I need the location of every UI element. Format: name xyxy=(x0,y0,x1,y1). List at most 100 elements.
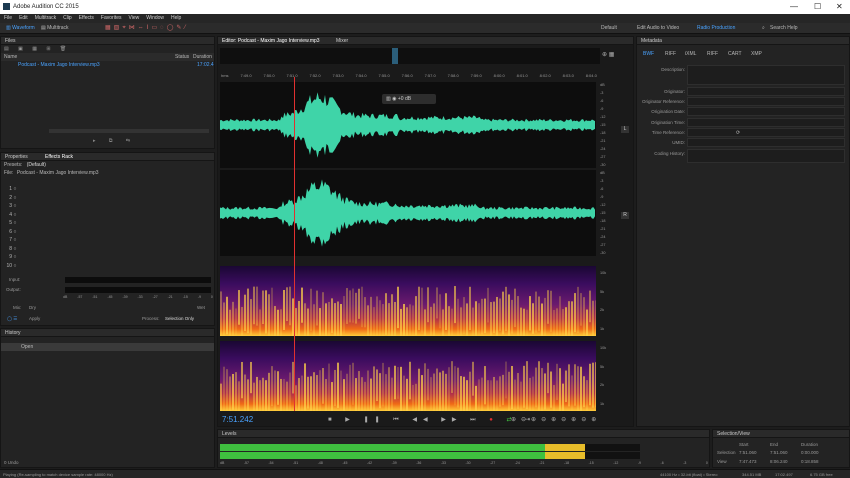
umid-input[interactable] xyxy=(687,138,845,147)
effect-slot[interactable]: 5 ○ xyxy=(1,219,211,228)
workspace-radio-production[interactable]: Radio Production xyxy=(694,24,738,33)
level-tick: -24 xyxy=(514,461,520,465)
slot-number: 9 xyxy=(9,254,12,260)
tab-editor[interactable]: Editor: Podcast - Maxim Jago Interview.m… xyxy=(222,38,320,44)
history-item-open[interactable]: Open xyxy=(1,343,214,351)
apply-button[interactable]: Apply xyxy=(29,316,40,321)
originator-reference-input[interactable] xyxy=(687,97,845,106)
status-sample: 44100 Hz • 32-bit (float) • Stereo xyxy=(660,472,718,477)
level-tick: -18 xyxy=(563,461,570,465)
origination-date-input[interactable] xyxy=(687,107,845,116)
playhead[interactable] xyxy=(294,77,295,411)
workspace-edit-audio-video[interactable]: Edit Audio to Video xyxy=(634,24,682,33)
overview-waveform[interactable] xyxy=(220,48,600,64)
selection-start[interactable]: 7:51.060 xyxy=(739,450,757,455)
tab-cart[interactable]: CART xyxy=(728,51,742,57)
workspace-default[interactable]: Default xyxy=(598,24,620,33)
menu-help[interactable]: Help xyxy=(171,14,181,23)
effect-slot[interactable]: 8 ○ xyxy=(1,245,211,254)
hud-volume[interactable]: ▥ ◉ +0 dB xyxy=(382,94,436,104)
status-bar: Playing (Re-sampling to match device sam… xyxy=(0,469,850,478)
col-status[interactable]: Status xyxy=(175,53,189,61)
view-start[interactable]: 7:47.473 xyxy=(739,459,757,464)
spectrogram-left[interactable] xyxy=(220,266,596,336)
freq-tick: 5k xyxy=(600,364,605,369)
refresh-icon[interactable]: ⟳ xyxy=(736,130,740,136)
tab-mixer[interactable]: Mixer xyxy=(336,37,348,45)
timeline-ruler[interactable]: hms 7:49.0 7:50.0 7:51.0 7:52.0 7:53.0 7… xyxy=(221,73,597,78)
effect-slot[interactable]: 6 ○ xyxy=(1,228,211,237)
effect-slot[interactable]: 4 ○ xyxy=(1,211,211,220)
close-icon[interactable]: ✕ xyxy=(836,2,843,11)
transport-controls[interactable]: ■ ▶ ❚❚ ⏮ ◀◀ ▶▶ ⏭ ● ⇄ ⇥ xyxy=(328,416,536,424)
col-duration[interactable]: Duration xyxy=(193,53,212,61)
time-label: 7:49.0 xyxy=(240,73,252,78)
file-item[interactable]: Podcast - Maxim Jago Interview.mp3 17:02… xyxy=(1,61,214,69)
effect-slot[interactable]: 1 ○ xyxy=(1,185,211,194)
tab-riff2[interactable]: RIFF xyxy=(707,51,718,57)
search-input[interactable]: Search Help xyxy=(770,25,798,31)
menu-favorites[interactable]: Favorites xyxy=(101,14,122,23)
files-footer-icons[interactable]: ▸ ⧉ ⇆ xyxy=(93,138,136,144)
multitrack-button[interactable]: ▤ Multitrack xyxy=(38,24,72,33)
zoom-controls[interactable]: ⊕⊖⊕⊖⊕⊖⊕⊖⊕ xyxy=(511,416,601,423)
selection-duration[interactable]: 0:00.000 xyxy=(801,450,819,455)
search-icon: ⌕ xyxy=(762,25,765,31)
effect-slot[interactable]: 9 ○ xyxy=(1,253,211,262)
files-header: Name Status Duration xyxy=(1,53,214,61)
menu-view[interactable]: View xyxy=(128,14,139,23)
minimize-icon[interactable]: — xyxy=(790,2,798,11)
menu-window[interactable]: Window xyxy=(146,14,164,23)
freq-tick: 2k xyxy=(600,308,605,313)
tab-ixml[interactable]: iXML xyxy=(685,51,696,57)
tab-bwf[interactable]: BWF xyxy=(643,51,654,57)
db-tick: -24 xyxy=(600,147,606,151)
menu-effects[interactable]: Effects xyxy=(79,14,94,23)
menu-clip[interactable]: Clip xyxy=(63,14,72,23)
tab-xmp[interactable]: XMP xyxy=(751,51,762,57)
tool-icons[interactable]: ▦▧⌖⋈⇔Ⅰ▭◌◯✎⁄ xyxy=(105,24,188,32)
power-icon[interactable]: ◯ ☰ xyxy=(7,316,17,322)
effect-slot[interactable]: 10 ○ xyxy=(1,262,211,271)
menu-multitrack[interactable]: Multitrack xyxy=(35,14,56,23)
menu-file[interactable]: File xyxy=(4,14,12,23)
time-label: 7:53.0 xyxy=(332,73,344,78)
level-tick: -30 xyxy=(465,461,471,465)
time-reference-input[interactable]: ⟳ xyxy=(687,128,845,137)
col-name[interactable]: Name xyxy=(4,54,17,60)
selection-end[interactable]: 7:51.060 xyxy=(770,450,788,455)
tab-effects-rack[interactable]: Effects Rack xyxy=(45,153,73,161)
db-tick: -24 xyxy=(600,235,606,239)
meter-tick: -9 xyxy=(197,295,201,299)
overview-viewport[interactable] xyxy=(392,48,398,64)
description-input[interactable] xyxy=(687,65,845,85)
level-tick: -33 xyxy=(440,461,446,465)
tab-riff[interactable]: RIFF xyxy=(665,51,676,57)
channel-left-label[interactable]: L xyxy=(621,126,629,133)
time-label: 7:57.0 xyxy=(424,73,436,78)
origination-time-input[interactable] xyxy=(687,118,845,127)
meter-tick: 0 xyxy=(210,295,213,299)
waveform-channel-left[interactable]: ▥ ◉ +0 dB xyxy=(220,82,596,168)
level-tick: -57 xyxy=(243,461,249,465)
effect-slot[interactable]: 2 ○ xyxy=(1,194,211,203)
zoom-icon[interactable]: ⊕ ▦ xyxy=(602,51,614,58)
maximize-icon[interactable]: ☐ xyxy=(814,2,821,11)
presets-dropdown[interactable]: (Default) xyxy=(27,162,46,168)
waveform-button[interactable]: ▥ Waveform xyxy=(3,24,38,33)
effect-slot[interactable]: 3 ○ xyxy=(1,202,211,211)
view-end[interactable]: 8:06.240 xyxy=(770,459,788,464)
files-scrollbar[interactable] xyxy=(49,129,209,133)
files-toolbar[interactable]: ▤ ▣ ▦ ⊞ 🗑 xyxy=(1,45,214,53)
tab-properties[interactable]: Properties xyxy=(5,154,28,160)
effect-slot[interactable]: 7 ○ xyxy=(1,236,211,245)
menu-edit[interactable]: Edit xyxy=(19,14,28,23)
spectrogram-right[interactable] xyxy=(220,341,596,411)
view-duration[interactable]: 0:18.858 xyxy=(801,459,819,464)
process-dropdown[interactable]: Selection Only xyxy=(165,316,194,321)
coding-history-input[interactable] xyxy=(687,149,845,163)
current-time: 7:51.242 xyxy=(222,415,254,424)
originator-input[interactable] xyxy=(687,87,845,96)
channel-right-label[interactable]: R xyxy=(621,212,629,219)
waveform-channel-right[interactable] xyxy=(220,170,596,256)
